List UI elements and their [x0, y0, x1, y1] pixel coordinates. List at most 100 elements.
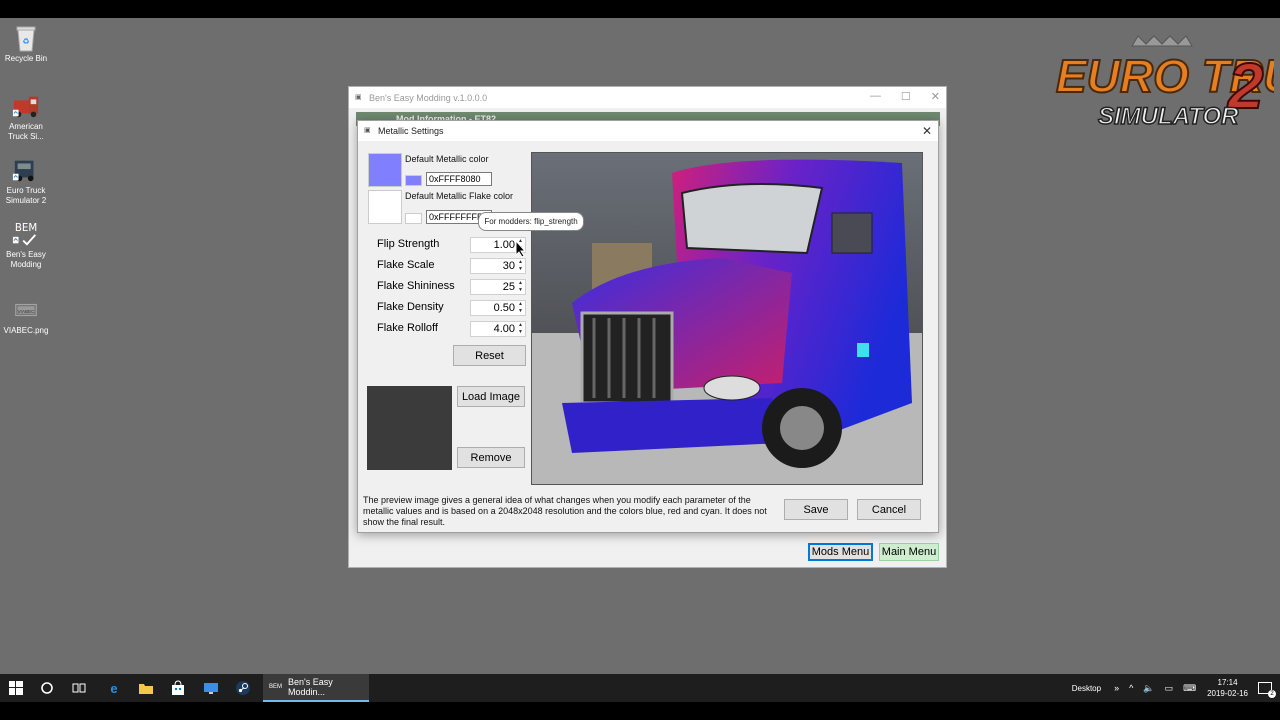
dialog-title: Metallic Settings: [378, 126, 444, 136]
mouse-cursor-icon: [515, 239, 527, 258]
desktop-icon-label: Euro Truck Simulator 2: [5, 186, 47, 205]
file-explorer-icon[interactable]: [137, 679, 155, 697]
flake-rolloff-stepper[interactable]: 4.00 ▲ ▼: [470, 321, 526, 337]
chevron-up-icon[interactable]: ^: [1129, 683, 1133, 693]
american-truck-simulator-icon: [12, 92, 40, 120]
desktop-icon-label: VIABEC.png: [3, 326, 49, 335]
volume-icon[interactable]: 🔈: [1143, 683, 1154, 694]
letterbox-bottom: [0, 702, 1280, 720]
flake-color-label: Default Metallic Flake color: [405, 191, 514, 201]
cortana-search-icon[interactable]: [38, 679, 56, 697]
app-icon: ▣: [355, 93, 362, 101]
chevron-double-icon[interactable]: »: [1114, 683, 1119, 693]
main-menu-button[interactable]: Main Menu: [879, 543, 939, 561]
logo-line2: SIMULATOR: [1098, 103, 1239, 130]
desktop-toolbar-label[interactable]: Desktop: [1072, 684, 1101, 693]
param-value: 30: [502, 260, 515, 272]
main-window-title: Ben's Easy Modding v.1.0.0.0: [369, 92, 488, 103]
param-label: Flip Strength: [377, 238, 440, 250]
param-row-flake-shininess: Flake Shininess 25 ▲ ▼: [377, 279, 527, 295]
stepper-arrows-icon[interactable]: ▲▼: [516, 280, 525, 294]
stepper-arrows-icon[interactable]: ▲▼: [516, 259, 525, 273]
param-label: Flake Density: [377, 301, 444, 313]
param-label: Flake Rolloff: [377, 322, 438, 334]
remove-button[interactable]: Remove: [457, 447, 525, 468]
desktop-icon-euro-truck-simulator-2[interactable]: Euro Truck Simulator 2: [0, 156, 52, 206]
close-icon[interactable]: ✕: [931, 90, 940, 103]
desktop-icon-label: Recycle Bin: [4, 54, 48, 63]
svg-text:VIABEC: VIABEC: [17, 309, 35, 314]
remote-desktop-icon[interactable]: [202, 679, 220, 697]
desktop-icon-american-truck-simulator[interactable]: American Truck Si...: [0, 92, 52, 142]
store-icon[interactable]: [169, 679, 187, 697]
load-image-button[interactable]: Load Image: [457, 386, 525, 407]
save-button[interactable]: Save: [784, 499, 848, 520]
bem-app-icon: BEM: [269, 684, 283, 690]
clock[interactable]: 17:14 2019-02-16: [1207, 677, 1248, 699]
edge-browser-icon[interactable]: e: [105, 679, 123, 697]
param-value: 25: [502, 281, 515, 293]
param-label: Flake Scale: [377, 259, 435, 271]
flake-color-mini-swatch[interactable]: [405, 213, 422, 224]
reset-button[interactable]: Reset: [453, 345, 526, 366]
steam-icon[interactable]: [234, 679, 252, 697]
param-row-flip-strength: Flip Strength 1.00▲▼: [377, 237, 527, 253]
stepper-arrows-icon[interactable]: ▲▼: [516, 322, 525, 336]
network-icon[interactable]: ▭: [1165, 683, 1174, 694]
param-value: 0.50: [493, 302, 515, 314]
euro-truck-simulator-2-logo: EURO TRUCK 2 SIMULATOR: [1052, 26, 1280, 136]
metallic-settings-dialog: ▣ Metallic Settings ✕ Default Metallic c…: [357, 120, 939, 533]
flake-shininess-stepper[interactable]: 25 ▲ ▼: [470, 279, 526, 295]
truck-preview-image: [531, 152, 923, 485]
task-view-icon[interactable]: [70, 679, 88, 697]
svg-text:BEM: BEM: [15, 222, 37, 234]
recycle-bin-icon: ♻: [12, 24, 40, 52]
desktop-icon-recycle-bin[interactable]: ♻ Recycle Bin: [0, 24, 52, 64]
letterbox-top: [0, 0, 1280, 18]
euro-truck-simulator-2-icon: [12, 156, 40, 184]
bem-icon: BEM: [12, 220, 40, 248]
flake-scale-stepper[interactable]: 30 ▲ ▼: [470, 258, 526, 274]
window-controls: — ☐ ✕: [870, 90, 940, 103]
flake-image-slot: [367, 386, 452, 470]
clock-date: 2019-02-16: [1207, 689, 1248, 698]
flip-strength-tooltip: For modders: flip_strength: [478, 212, 584, 231]
desktop-icon-label: American Truck Si...: [8, 122, 44, 141]
cancel-button[interactable]: Cancel: [857, 499, 921, 520]
app-icon: ▣: [364, 127, 371, 134]
metallic-color-label: Default Metallic color: [405, 154, 489, 164]
close-icon[interactable]: ✕: [922, 124, 932, 138]
svg-text:♻: ♻: [22, 37, 29, 46]
taskbar-app-label: Ben's Easy Moddin...: [288, 677, 333, 697]
desktop-icon-label: Ben's Easy Modding: [6, 250, 46, 269]
main-window-buttons: Mods Menu Main Menu: [808, 543, 939, 561]
keyboard-icon[interactable]: ⌨: [1183, 683, 1196, 694]
dialog-titlebar[interactable]: ▣ Metallic Settings: [358, 121, 938, 141]
minimize-icon[interactable]: —: [870, 90, 881, 103]
stepper-arrows-icon[interactable]: ▲▼: [516, 301, 525, 315]
taskbar: e BEM Ben's Easy Moddin... Desktop » ^ 🔈…: [0, 674, 1280, 702]
param-row-flake-density: Flake Density 0.50 ▲ ▼: [377, 300, 527, 316]
preview-description: The preview image gives a general idea o…: [363, 495, 767, 527]
param-label: Flake Shininess: [377, 280, 455, 292]
param-value: 1.00: [493, 239, 515, 251]
taskbar-app-bens-easy-modding[interactable]: BEM Ben's Easy Moddin...: [263, 674, 369, 702]
desktop-icon-viabec-png[interactable]: VIABEC VIABEC.png: [0, 296, 52, 336]
metallic-color-swatch[interactable]: [368, 153, 402, 187]
start-windows-icon[interactable]: [7, 679, 25, 697]
image-file-icon: VIABEC: [12, 296, 40, 324]
system-tray: Desktop » ^ 🔈 ▭ ⌨ 17:14 2019-02-16: [1072, 674, 1280, 702]
desktop-icon-bens-easy-modding[interactable]: BEM Ben's Easy Modding: [0, 220, 52, 270]
clock-time: 17:14: [1217, 678, 1238, 687]
metallic-color-field[interactable]: 0xFFFF8080: [426, 172, 492, 186]
main-window-titlebar[interactable]: ▣ Ben's Easy Modding v.1.0.0.0: [349, 87, 946, 108]
param-value: 4.00: [493, 323, 515, 335]
mods-menu-button[interactable]: Mods Menu: [808, 543, 873, 561]
param-row-flake-scale: Flake Scale 30 ▲ ▼: [377, 258, 527, 274]
flake-color-swatch[interactable]: [368, 190, 402, 224]
maximize-icon[interactable]: ☐: [901, 90, 911, 103]
metallic-color-mini-swatch[interactable]: [405, 175, 422, 186]
flake-density-stepper[interactable]: 0.50 ▲ ▼: [470, 300, 526, 316]
param-row-flake-rolloff: Flake Rolloff 4.00 ▲ ▼: [377, 321, 527, 337]
notification-center-icon[interactable]: [1258, 682, 1276, 698]
